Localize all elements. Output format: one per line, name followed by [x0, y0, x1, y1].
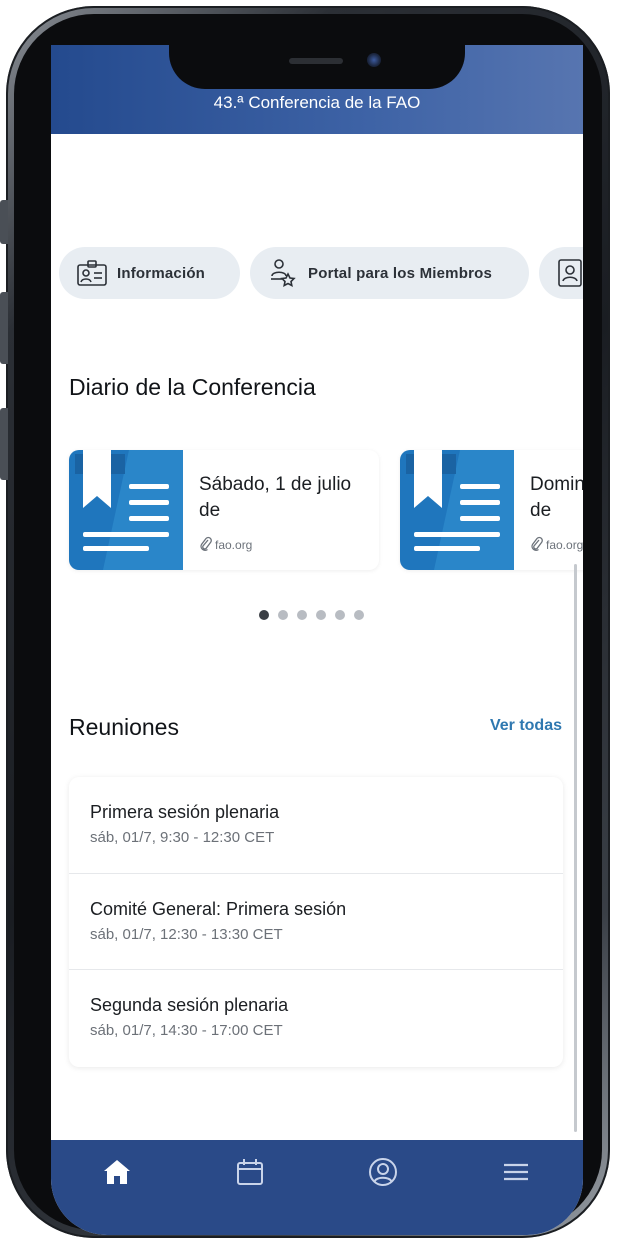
diary-thumbnail	[400, 450, 514, 570]
menu-icon	[503, 1162, 529, 1187]
meeting-title: Segunda sesión plenaria	[90, 995, 289, 1015]
pager-dot[interactable]	[354, 610, 364, 620]
paperclip-icon	[530, 536, 543, 554]
chip-informacion-label: Información	[117, 264, 206, 282]
diary-card[interactable]: Domingo, 2 de julio de fao.org	[400, 450, 583, 570]
meeting-title: Primera sesión plenaria	[90, 802, 280, 822]
see-all-link[interactable]: Ver todas	[490, 717, 562, 735]
id-card-icon	[75, 256, 109, 290]
meeting-item[interactable]: Primera sesión plenaria sáb, 01/7, 9:30 …	[69, 777, 563, 873]
diary-section-title: Diario de la Conferencia	[69, 374, 316, 400]
page-title: 43.ª Conferencia de la FAO	[213, 93, 421, 112]
diary-card-title: Domingo, 2 de julio de	[530, 474, 583, 521]
diary-card-source: fao.org	[530, 536, 583, 554]
speaker-grille	[289, 58, 343, 64]
pager-dot[interactable]	[316, 610, 326, 620]
diary-thumbnail	[69, 450, 183, 570]
pager-dot[interactable]	[297, 610, 307, 620]
meeting-time: sáb, 01/7, 14:30 - 17:00 CET	[90, 1022, 283, 1039]
meeting-item[interactable]: Segunda sesión plenaria sáb, 01/7, 14:30…	[69, 969, 563, 1065]
app-screen: 43.ª Conferencia de la FAO Información P…	[51, 45, 583, 1235]
notch	[169, 45, 465, 89]
camera-icon	[367, 53, 381, 67]
chip-identificacion[interactable]	[539, 247, 583, 299]
diary-card-source-text: fao.org	[215, 538, 253, 552]
side-button-mute	[0, 200, 8, 244]
home-icon	[103, 1159, 131, 1190]
side-button-volume-down	[0, 408, 8, 480]
side-button-volume-up	[0, 292, 8, 364]
pager-dot[interactable]	[335, 610, 345, 620]
diary-card-source-text: fao.org	[546, 538, 583, 552]
meeting-title: Comité General: Primera sesión	[90, 899, 347, 919]
meetings-list: Primera sesión plenaria sáb, 01/7, 9:30 …	[69, 777, 563, 1067]
tab-profile[interactable]	[363, 1154, 403, 1194]
app-header: 43.ª Conferencia de la FAO	[51, 45, 583, 134]
calendar-icon	[236, 1158, 264, 1191]
tab-home[interactable]	[97, 1154, 137, 1194]
tab-menu[interactable]	[496, 1154, 536, 1194]
tab-calendar[interactable]	[230, 1154, 270, 1194]
diary-card[interactable]: Sábado, 1 de julio de fao.org	[69, 450, 379, 570]
chip-portal-miembros[interactable]: Portal para los Miembros	[250, 247, 529, 299]
person-star-icon	[266, 256, 300, 290]
meeting-time: sáb, 01/7, 9:30 - 12:30 CET	[90, 829, 275, 846]
chip-portal-label: Portal para los Miembros	[308, 264, 493, 282]
scrollbar[interactable]	[574, 564, 577, 1132]
pager-dot[interactable]	[278, 610, 288, 620]
pager-dot[interactable]	[259, 610, 269, 620]
meetings-section-title: Reuniones	[69, 714, 179, 740]
paperclip-icon	[199, 536, 212, 554]
chip-informacion[interactable]: Información	[59, 247, 240, 299]
diary-card-source: fao.org	[199, 536, 252, 554]
meeting-item[interactable]: Comité General: Primera sesión sáb, 01/7…	[69, 873, 563, 969]
profile-icon	[368, 1157, 398, 1192]
meeting-time: sáb, 01/7, 12:30 - 13:30 CET	[90, 926, 283, 943]
bottom-tab-bar	[51, 1140, 583, 1235]
main-content: Información Portal para los Miembros Dia…	[51, 134, 583, 1140]
id-badge-icon	[553, 256, 583, 290]
carousel-pager[interactable]	[259, 610, 364, 620]
diary-card-title: Sábado, 1 de julio de	[199, 474, 352, 521]
